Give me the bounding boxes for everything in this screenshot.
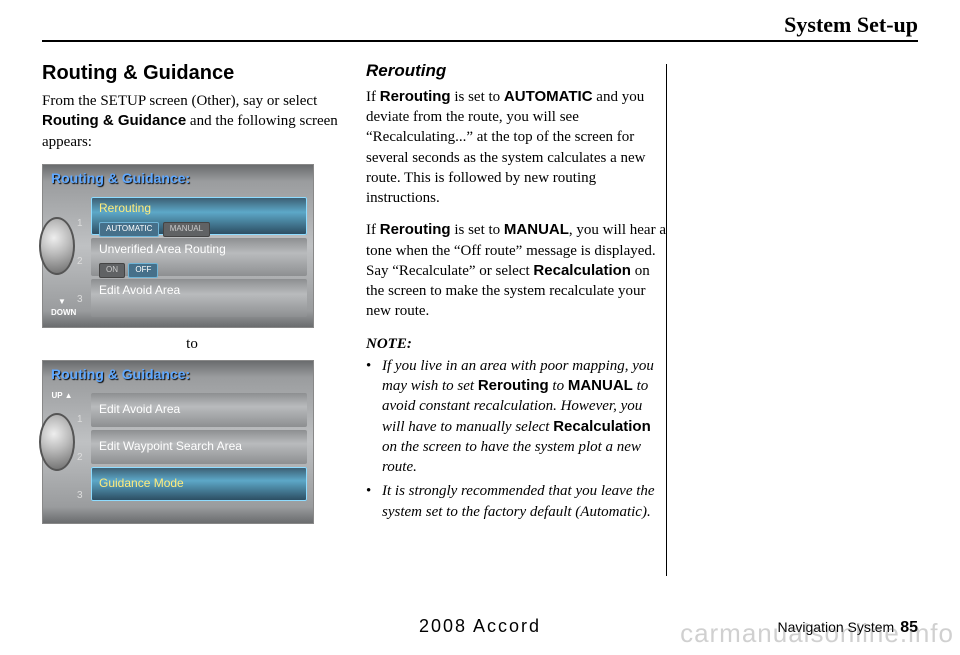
menu-row-edit-avoid: Edit Avoid Area — [91, 393, 307, 427]
column-divider — [666, 64, 667, 576]
nav-screenshot-1: Routing & Guidance: ▼ DOWN 123 Rerouting… — [42, 164, 314, 328]
column-2: Rerouting If Rerouting is set to AUTOMAT… — [366, 60, 666, 580]
nav-screenshot-2: Routing & Guidance: UP ▲ 123 Edit Avoid … — [42, 360, 314, 524]
menu-rows: Rerouting AUTOMATIC MANUAL Unverified Ar… — [91, 197, 307, 320]
option-manual: MANUAL — [163, 222, 210, 237]
up-arrow-label: UP ▲ — [51, 391, 73, 402]
menu-row-guidance-mode: Guidance Mode — [91, 467, 307, 501]
intro-paragraph: From the SETUP screen (Other), say or se… — [42, 91, 342, 152]
dial-knob — [39, 217, 75, 275]
model-year: 2008 Accord — [419, 616, 541, 637]
column-1: Routing & Guidance From the SETUP screen… — [42, 60, 342, 580]
paragraph-manual: If Rerouting is set to MANUAL, you will … — [366, 220, 666, 321]
content-columns: Routing & Guidance From the SETUP screen… — [42, 60, 666, 580]
menu-row-edit-avoid: Edit Avoid Area — [91, 279, 307, 317]
option-automatic: AUTOMATIC — [99, 222, 159, 237]
option-off: OFF — [128, 263, 158, 278]
header-rule — [42, 40, 918, 42]
note-item-2: It is strongly recommended that you leav… — [366, 481, 666, 522]
note-item-1: If you live in an area with poor mapping… — [366, 356, 666, 478]
to-label: to — [42, 334, 342, 354]
screen-title: Routing & Guidance: — [51, 365, 190, 384]
manual-page: System Set-up Routing & Guidance From th… — [0, 0, 960, 655]
sub-heading: Rerouting — [366, 60, 666, 83]
watermark: carmanualsonline.info — [680, 618, 954, 649]
menu-row-edit-waypoint: Edit Waypoint Search Area — [91, 430, 307, 464]
note-heading: NOTE: — [366, 334, 666, 354]
option-on: ON — [99, 263, 125, 278]
row-numbers: 123 — [77, 205, 83, 319]
chapter-title: System Set-up — [784, 12, 918, 38]
menu-rows: Edit Avoid Area Edit Waypoint Search Are… — [91, 393, 307, 504]
dial-knob — [39, 413, 75, 471]
down-arrow-label: ▼ DOWN — [51, 297, 73, 319]
menu-row-unverified: Unverified Area Routing ON OFF — [91, 238, 307, 276]
screen-title: Routing & Guidance: — [51, 169, 190, 188]
note-list: If you live in an area with poor mapping… — [366, 356, 666, 522]
row-numbers: 123 — [77, 401, 83, 515]
paragraph-automatic: If Rerouting is set to AUTOMATIC and you… — [366, 87, 666, 209]
menu-row-rerouting: Rerouting AUTOMATIC MANUAL — [91, 197, 307, 235]
section-heading: Routing & Guidance — [42, 60, 342, 87]
